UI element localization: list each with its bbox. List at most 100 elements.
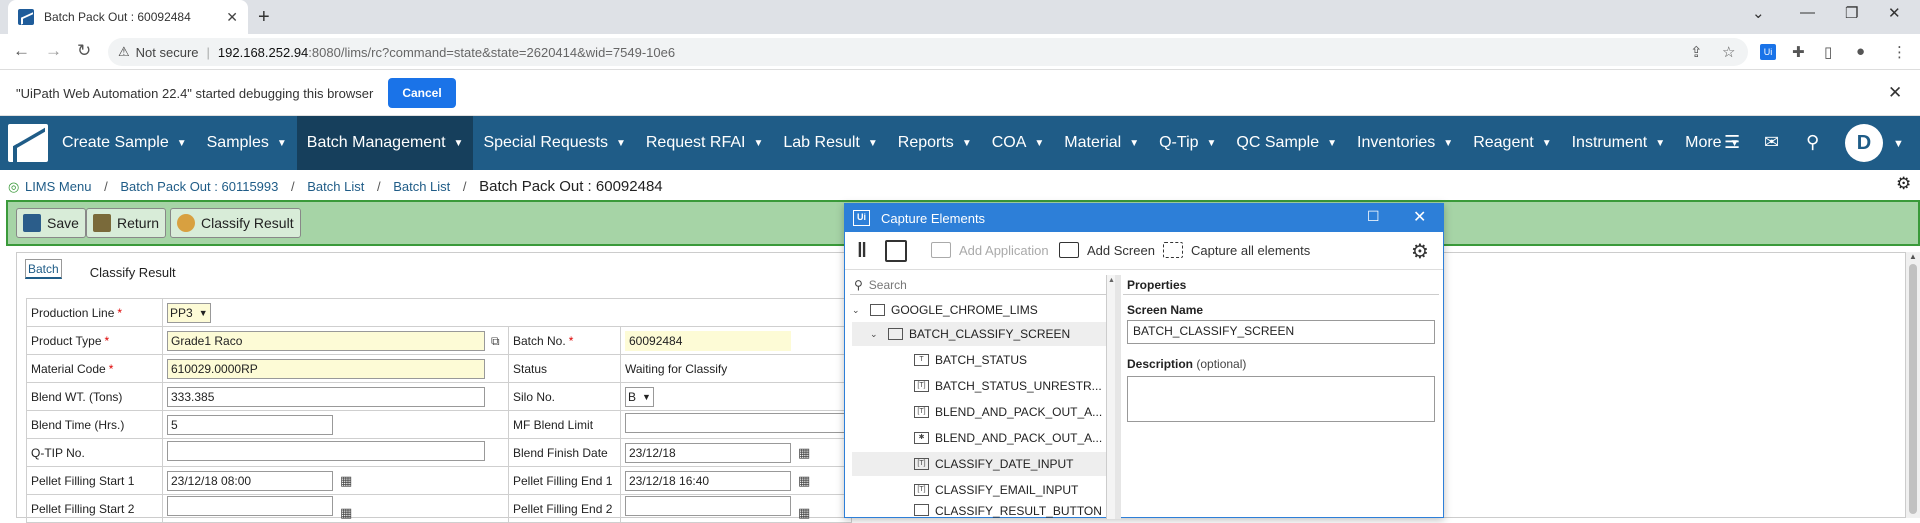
nav-item-inventories[interactable]: Inventories ▼ <box>1347 116 1463 170</box>
uipath-extension-icon[interactable]: Ui <box>1760 44 1776 60</box>
splitter[interactable] <box>1115 275 1121 519</box>
extensions-puzzle-icon[interactable]: ✚ <box>1792 43 1805 61</box>
pellet-start-1-input[interactable]: 23/12/18 08:00 <box>167 470 333 491</box>
description-textarea[interactable] <box>1127 376 1435 422</box>
chevron-down-icon[interactable]: ⌄ <box>852 305 864 316</box>
restore-icon[interactable]: ❐ <box>1845 4 1858 22</box>
external-link-icon[interactable]: ⧉ <box>491 334 500 349</box>
minimize-icon[interactable]: — <box>1800 4 1815 21</box>
nav-item-create-sample[interactable]: Create Sample ▼ <box>52 116 197 170</box>
blend-wt-input[interactable]: 333.385 <box>167 386 485 407</box>
calendar-icon[interactable]: ▦ <box>340 505 352 521</box>
calendar-icon[interactable]: ▦ <box>798 473 810 489</box>
browser-tab[interactable]: Batch Pack Out : 60092484 ✕ <box>8 0 248 34</box>
add-application-button[interactable]: Add Application <box>931 242 1049 258</box>
nav-item-batch-management[interactable]: Batch Management ▼ <box>296 116 474 170</box>
pause-icon[interactable]: ‖ <box>857 240 867 263</box>
kebab-menu-icon[interactable]: ⋮ <box>1892 43 1907 61</box>
save-floppy-icon[interactable] <box>885 240 907 262</box>
tree-node-app[interactable]: ⌄ GOOGLE_CHROME_LIMS <box>852 298 1106 322</box>
tree-node-element[interactable]: ✱ BLEND_AND_PACK_OUT_A... <box>852 426 1106 450</box>
mail-icon[interactable]: ✉ <box>1764 132 1779 153</box>
product-type-input[interactable]: Grade1 Raco <box>167 330 485 351</box>
close-infobar-icon[interactable]: ✕ <box>1888 83 1902 103</box>
settings-gear-icon[interactable]: ⚙ <box>1411 239 1429 264</box>
profile-icon[interactable]: ● <box>1856 43 1865 60</box>
tree-node-element[interactable]: T BATCH_STATUS <box>852 348 1106 372</box>
nav-item-reagent[interactable]: Reagent ▼ <box>1463 116 1561 170</box>
nav-item-samples[interactable]: Samples ▼ <box>197 116 297 170</box>
breadcrumb-batch-list-2[interactable]: Batch List <box>393 179 450 194</box>
save-button[interactable]: Save <box>16 208 86 238</box>
nav-item-qc-sample[interactable]: QC Sample ▼ <box>1226 116 1347 170</box>
close-window-icon[interactable]: ✕ <box>1888 4 1901 22</box>
target-icon: ◎ <box>8 179 20 194</box>
share-icon[interactable]: ⇪ <box>1690 43 1703 61</box>
tree-search-input[interactable]: ⚲ Search <box>850 275 1106 295</box>
tree-node-element[interactable]: [T] CLASSIFY_DATE_INPUT <box>852 452 1106 476</box>
pellet-end-2-input[interactable] <box>625 496 791 517</box>
calendar-icon[interactable]: ▦ <box>798 505 810 521</box>
tree-node-screen[interactable]: ⌄ BATCH_CLASSIFY_SCREEN <box>852 322 1106 346</box>
not-secure-label[interactable]: Not secure <box>136 45 199 60</box>
nav-item-reports[interactable]: Reports ▼ <box>888 116 982 170</box>
search-icon[interactable]: ⚲ <box>1806 132 1819 153</box>
calendar-icon[interactable]: ▦ <box>798 445 810 461</box>
production-line-select[interactable]: PP3 ▼ <box>167 302 211 323</box>
nav-item-request-rfai[interactable]: Request RFAI ▼ <box>636 116 774 170</box>
classify-result-button[interactable]: Classify Result <box>170 208 301 238</box>
tree-node-element[interactable]: [T] CLASSIFY_EMAIL_INPUT <box>852 478 1106 502</box>
nav-item-coa[interactable]: COA ▼ <box>982 116 1055 170</box>
add-screen-button[interactable]: Add Screen <box>1059 242 1155 258</box>
material-code-input[interactable]: 610029.0000RP <box>167 358 485 379</box>
nav-item-lab-result[interactable]: Lab Result ▼ <box>773 116 887 170</box>
cancel-debug-button[interactable]: Cancel <box>388 78 456 108</box>
chevron-down-icon[interactable]: ⌄ <box>1752 4 1765 22</box>
nav-item-material[interactable]: Material ▼ <box>1054 116 1149 170</box>
maximize-icon[interactable]: ☐ <box>1367 208 1380 225</box>
bookmark-star-icon[interactable]: ☆ <box>1722 43 1735 61</box>
close-tab-icon[interactable]: ✕ <box>226 9 238 26</box>
blend-time-input[interactable]: 5 <box>167 414 333 435</box>
tab-batch[interactable]: Batch <box>25 259 62 279</box>
pellet-end-1-input[interactable]: 23/12/18 16:40 <box>625 470 791 491</box>
capture-window-titlebar[interactable]: Ui Capture Elements ☐ ✕ <box>845 204 1443 232</box>
back-icon[interactable]: ← <box>13 41 30 61</box>
breadcrumb-lims-menu[interactable]: LIMS Menu <box>25 179 91 194</box>
reload-icon[interactable]: ↻ <box>77 41 91 61</box>
tree-node-element[interactable]: [T] BATCH_STATUS_UNRESTR... <box>852 374 1106 398</box>
pellet-start-2-input[interactable] <box>167 496 333 517</box>
nav-item-instrument[interactable]: Instrument ▼ <box>1562 116 1676 170</box>
forward-icon[interactable]: → <box>45 41 62 61</box>
gear-icon[interactable]: ⚙ <box>1896 174 1911 194</box>
qtip-no-input[interactable] <box>167 441 485 461</box>
lims-logo[interactable] <box>8 124 48 162</box>
return-button[interactable]: Return <box>86 208 167 238</box>
status-label: Status <box>513 361 548 376</box>
calendar-icon[interactable]: ▦ <box>340 473 352 489</box>
screen-name-input[interactable]: BATCH_CLASSIFY_SCREEN <box>1127 320 1435 344</box>
blend-finish-date-input[interactable]: 23/12/18 <box>625 442 791 463</box>
tree-scrollbar[interactable]: ▲ <box>1106 275 1115 519</box>
nav-item-q-tip[interactable]: Q-Tip ▼ <box>1149 116 1226 170</box>
close-icon[interactable]: ✕ <box>1413 207 1426 227</box>
caret-down-icon[interactable]: ▼ <box>1893 138 1904 150</box>
mf-blend-limit-input[interactable] <box>625 413 847 433</box>
nav-item-special-requests[interactable]: Special Requests ▼ <box>473 116 635 170</box>
tree-node-element[interactable]: CLASSIFY_RESULT_BUTTON <box>852 504 1106 519</box>
address-bar[interactable]: ⚠ Not secure | 192.168.252.94 :8080/lims… <box>108 38 1748 66</box>
breadcrumb-batch-list[interactable]: Batch List <box>307 179 364 194</box>
tree-node-element[interactable]: [T] BLEND_AND_PACK_OUT_A... <box>852 400 1106 424</box>
caret-down-icon: ▼ <box>1206 137 1217 149</box>
user-avatar[interactable]: D <box>1845 124 1883 162</box>
capture-all-button[interactable]: Capture all elements <box>1163 242 1310 258</box>
hamburger-menu-icon[interactable]: ☰ <box>1724 132 1740 153</box>
breadcrumb-batch-pack-out[interactable]: Batch Pack Out : 60115993 <box>120 179 278 194</box>
new-tab-icon[interactable]: + <box>258 6 270 29</box>
silo-no-select[interactable]: B ▼ <box>625 386 654 407</box>
side-panel-icon[interactable]: ▯ <box>1824 43 1832 61</box>
tab-classify-result[interactable]: Classify Result <box>82 259 184 286</box>
warning-icon[interactable]: ⚠ <box>118 44 130 60</box>
chevron-down-icon[interactable]: ⌄ <box>870 329 882 340</box>
page-scrollbar[interactable]: ▲ <box>1906 252 1920 518</box>
